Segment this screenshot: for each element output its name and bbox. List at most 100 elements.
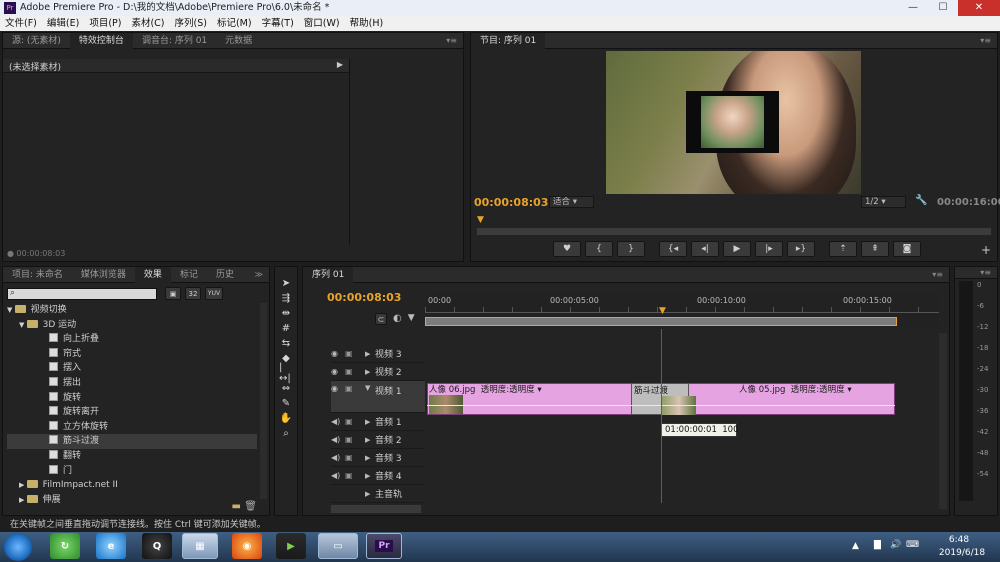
maximize-button[interactable]: ☐ [928,0,958,16]
timeline-vscrollbar[interactable] [939,333,947,509]
lock-icon[interactable]: ▣ [345,453,365,462]
out-point-icon[interactable]: } [617,241,645,257]
360-icon[interactable]: ↻ [50,533,80,559]
menu-marker[interactable]: 标记(M) [212,16,257,31]
track-header[interactable]: ▶ 主音轨 [331,485,425,503]
clip-1-title[interactable]: 人像 06.jpg 透明度:透明度 ▾ [427,383,627,395]
resolution-select[interactable]: 1/2 ▾ [861,196,906,208]
effect-item[interactable]: 立方体旋转 [7,420,257,435]
track-header[interactable]: ◉ ▣ ▶ 视频 2 [331,363,425,381]
effect-item[interactable]: 向上折叠 [7,332,257,347]
speaker-icon[interactable]: ◀) [331,471,345,480]
track-header[interactable]: ◀) ▣ ▶ 音频 3 [331,449,425,467]
eye-icon[interactable]: ◉ [331,349,345,358]
effect-item[interactable]: 门 [7,464,257,479]
add-button-icon[interactable]: + [981,243,991,257]
effect-item[interactable]: 旋转离开 [7,405,257,420]
minimize-button[interactable]: — [898,0,928,16]
export-frame-icon[interactable]: ◙ [893,241,921,257]
effects-folder[interactable]: ▶ 伸展 [7,493,257,508]
effect-item[interactable]: 筋斗过渡 [7,434,257,449]
clock-time[interactable]: 6:48 [934,535,984,545]
rate-stretch-tool-icon[interactable]: ⇆ [279,336,293,350]
program-timecode[interactable]: 00:00:08:03 [474,196,548,209]
step-back-icon[interactable]: ◂| [691,241,719,257]
expand-arrow-icon[interactable]: ▶ [337,60,343,69]
effect-item[interactable]: 摆出 [7,376,257,391]
tab-project[interactable]: 项目: 未命名 [3,267,72,283]
accelerated-effects-icon[interactable]: ▣ [165,287,181,300]
tab-effect-controls[interactable]: 特效控制台 [69,32,133,49]
track-header[interactable]: ◀) ▣ ▶ 音频 4 [331,467,425,485]
tab-sequence[interactable]: 序列 01 [303,266,354,283]
menu-file[interactable]: 文件(F) [0,16,42,31]
go-to-out-icon[interactable]: ▸} [787,241,815,257]
track-header[interactable]: ◀) ▣ ▶ 音频 1 [331,413,425,431]
timeline-hscrollbar[interactable] [331,505,421,513]
go-to-in-icon[interactable]: {◂ [659,241,687,257]
zoom-scrollbar[interactable] [477,229,991,235]
rolling-edit-tool-icon[interactable]: # [279,321,293,335]
explorer-icon[interactable]: ▦ [182,533,218,559]
effects-search-input[interactable]: ⌕ [7,288,157,300]
expanded-arrow-icon[interactable]: ▼ [19,321,27,329]
effects-scrollbar[interactable] [260,303,267,499]
track-lanes[interactable]: 人像 06.jpg 透明度:透明度 ▾ 人像 05.jpg 透明度:透明度 ▾ … [425,329,939,505]
playhead-handle-icon[interactable]: ▼ [659,306,666,316]
input-method-icon[interactable]: ⌨ [906,540,919,550]
wrench-icon[interactable]: 🔧 [915,195,927,206]
collapsed-arrow-icon[interactable]: ▶ [365,472,375,480]
tray-arrow-icon[interactable]: ▲ [852,541,859,551]
track-select-tool-icon[interactable]: ⇶ [279,291,293,305]
set-marker-icon[interactable]: ◐ [393,313,402,325]
program-scrubber[interactable]: ▼ [477,215,991,229]
effects-folder[interactable]: ▶ FilmImpact.net II [7,478,257,493]
timeline-ruler[interactable]: 00:00 00:00:05:00 00:00:10:00 00:00:15:0… [425,293,939,329]
volume-icon[interactable]: 🔊 [890,540,901,550]
collapsed-arrow-icon[interactable]: ▶ [365,454,375,462]
yuv-badge[interactable]: YUV [205,287,223,300]
lock-icon[interactable]: ▣ [345,417,365,426]
panel-menu-icon[interactable]: ≫ [255,270,263,279]
step-forward-icon[interactable]: |▸ [755,241,783,257]
tab-media-browser[interactable]: 媒体浏览器 [72,267,135,283]
collapsed-arrow-icon[interactable]: ▶ [365,350,375,358]
playhead-marker-icon[interactable]: ▼ [477,215,484,225]
lock-icon[interactable]: ▣ [345,349,365,358]
track-header[interactable]: ◀) ▣ ▶ 音频 2 [331,431,425,449]
panel-menu-icon[interactable]: ▾≡ [980,36,991,45]
menu-clip[interactable]: 素材(C) [126,16,169,31]
tab-program[interactable]: 节目: 序列 01 [471,32,546,49]
transition-block[interactable]: 筋斗过渡 [631,383,696,415]
effect-item[interactable]: 翻转 [7,449,257,464]
effects-folder[interactable]: ▼ 视频切换 [7,303,257,318]
marker-icon[interactable]: ♥ [553,241,581,257]
network-icon[interactable]: ▇ [874,540,881,550]
speaker-icon[interactable]: ◀) [331,417,345,426]
effect-item[interactable]: 帘式 [7,347,257,362]
snap-icon[interactable]: ⊂ [375,313,387,325]
qq-icon[interactable]: Q [142,533,172,559]
menu-help[interactable]: 帮助(H) [345,16,389,31]
lock-icon[interactable]: ▣ [345,435,365,444]
effect-item[interactable]: 摆入 [7,361,257,376]
expanded-arrow-icon[interactable]: ▼ [365,384,375,392]
collapsed-arrow-icon[interactable]: ▶ [365,490,375,498]
eye-icon[interactable]: ◉ [331,367,345,376]
panel-menu-icon[interactable]: ▾≡ [980,268,991,277]
track-header[interactable]: ◉ ▣ ▶ 视频 3 [331,345,425,363]
program-video-frame[interactable] [606,51,861,194]
media-player-icon[interactable]: ▶ [276,533,306,559]
ie-icon[interactable]: e [96,533,126,559]
clock-date[interactable]: 2019/6/18 [934,548,990,558]
folder-icon[interactable]: ▭ [318,533,358,559]
speaker-icon[interactable]: ◀) [331,435,345,444]
menu-window[interactable]: 窗口(W) [299,16,345,31]
effects-folder[interactable]: ▼ 3D 运动 [7,318,257,333]
timeline-timecode[interactable]: 00:00:08:03 [327,291,401,304]
collapsed-arrow-icon[interactable]: ▶ [365,368,375,376]
effect-item[interactable]: 旋转 [7,391,257,406]
tab-audio-mixer[interactable]: 调音台: 序列 01 [133,33,216,49]
close-button[interactable]: ✕ [958,0,1000,16]
start-button[interactable] [4,533,32,561]
